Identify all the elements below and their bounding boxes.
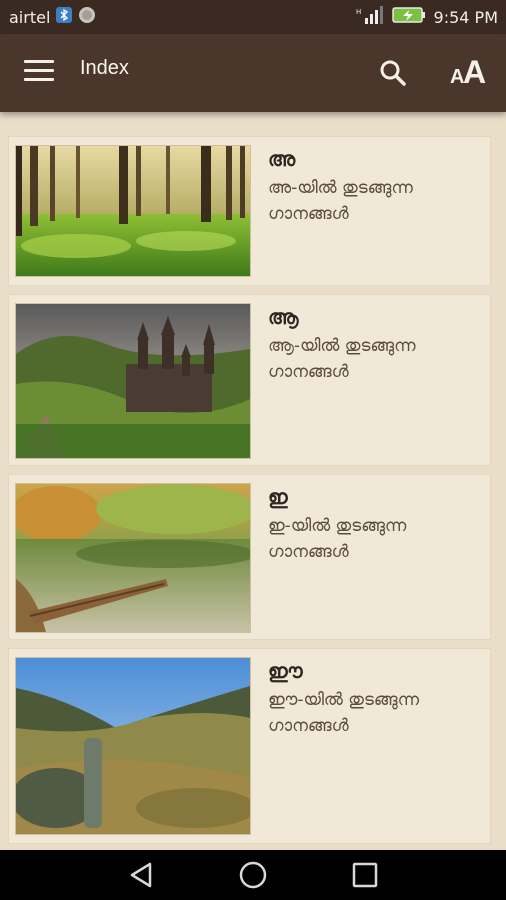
list-item[interactable]: ആ ആ-യിൽ തുടങ്ങുന്ന ഗാനങ്ങൾ [8, 294, 491, 466]
recents-icon[interactable] [348, 858, 382, 892]
app-bar: Index AA [0, 34, 506, 112]
carrier-label: airtel [9, 7, 51, 27]
item-letter: ഇ [268, 485, 288, 509]
battery-charging-icon [391, 6, 426, 28]
forest-image [15, 145, 251, 277]
search-icon[interactable] [378, 58, 408, 88]
page-title: Index [80, 57, 129, 79]
item-description: ആ-യിൽ തുടങ്ങുന്ന ഗാനങ്ങൾ [268, 336, 416, 382]
navigation-bar [0, 850, 506, 900]
notification-icon [78, 6, 96, 28]
status-time: 9:54 PM [433, 7, 498, 27]
list-item[interactable]: ഇ ഇ-യിൽ തുടങ്ങുന്ന ഗാനങ്ങൾ [8, 474, 491, 640]
svg-text:H: H [356, 8, 361, 16]
menu-icon[interactable] [24, 60, 54, 86]
item-description: ഇ-യിൽ തുടങ്ങുന്ന ഗാനങ്ങൾ [268, 516, 407, 562]
list-item[interactable]: അ അ-യിൽ തുടങ്ങുന്ന ഗാനങ്ങൾ [8, 136, 491, 286]
signal-icon: H [356, 5, 384, 29]
list-item[interactable]: ഈ ഈ-യിൽ തുടങ്ങുന്ന ഗാനങ്ങൾ [8, 648, 491, 844]
item-description: ഈ-യിൽ തുടങ്ങുന്ന ഗാനങ്ങൾ [268, 690, 420, 736]
valley-image [15, 657, 251, 835]
index-list: അ അ-യിൽ തുടങ്ങുന്ന ഗാനങ്ങൾ ആ ആ-യിൽ തുടങ്… [0, 112, 506, 850]
status-bar: airtel H 9:54 PM [0, 0, 506, 34]
font-size-icon[interactable]: AA [448, 54, 488, 90]
lake-boat-image [15, 483, 251, 633]
back-icon[interactable] [126, 858, 160, 892]
item-letter: അ [268, 147, 296, 171]
bluetooth-icon [56, 7, 73, 27]
item-description: അ-യിൽ തുടങ്ങുന്ന ഗാനങ്ങൾ [268, 178, 413, 224]
item-letter: ഈ [268, 659, 303, 683]
item-letter: ആ [268, 305, 299, 329]
home-icon[interactable] [236, 858, 270, 892]
castle-image [15, 303, 251, 459]
